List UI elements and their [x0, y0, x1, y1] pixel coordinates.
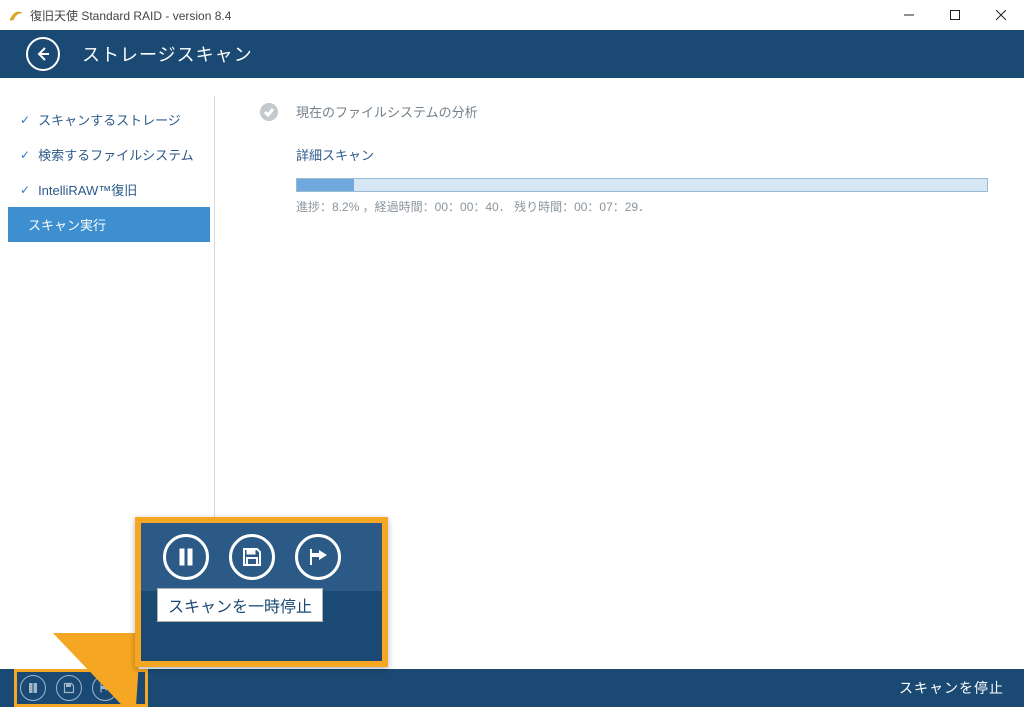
stop-scan-button[interactable]: スキャンを停止	[899, 678, 1004, 698]
sidebar-item-label: スキャンするストレージ	[38, 110, 181, 129]
maximize-button[interactable]	[932, 0, 978, 30]
sidebar-item-label: 検索するファイルシステム	[38, 145, 194, 164]
pause-button-zoom[interactable]	[163, 534, 209, 580]
progress-text: 進捗：8.2% ，経過時間：00：00：40． 残り時間：00：07：29．	[296, 198, 988, 215]
sidebar-item-storage[interactable]: ✓ スキャンするストレージ	[0, 102, 210, 137]
save-button-zoom[interactable]	[229, 534, 275, 580]
check-icon: ✓	[20, 183, 30, 197]
page-title: ストレージスキャン	[82, 41, 253, 67]
progress-area: 進捗：8.2% ，経過時間：00：00：40． 残り時間：00：07：29．	[296, 178, 988, 215]
sidebar-item-label: IntelliRAW™復旧	[38, 180, 137, 199]
pause-button[interactable]	[20, 675, 46, 701]
sidebar-item-scan-run[interactable]: スキャン実行	[8, 207, 210, 242]
step-complete-icon	[260, 103, 278, 121]
window-title: 復旧天使 Standard RAID - version 8.4	[30, 7, 231, 24]
check-icon: ✓	[20, 148, 30, 162]
completed-step-row: 現在のファイルシステムの分析	[260, 102, 988, 121]
main-area: ✓ スキャンするストレージ ✓ 検索するファイルシステム ✓ IntelliRA…	[0, 78, 1024, 669]
window-controls	[886, 0, 1024, 30]
app-icon	[8, 7, 24, 23]
sidebar-item-label: スキャン実行	[28, 215, 106, 234]
progress-bar	[296, 178, 988, 192]
close-button[interactable]	[978, 0, 1024, 30]
callout-panel: スキャンを一時停止	[135, 517, 388, 667]
page-header: ストレージスキャン	[0, 30, 1024, 78]
progress-fill	[297, 179, 354, 191]
back-button[interactable]	[26, 37, 60, 71]
current-section-label: 詳細スキャン	[296, 145, 988, 164]
window-titlebar: 復旧天使 Standard RAID - version 8.4	[0, 0, 1024, 30]
skip-button-zoom[interactable]	[295, 534, 341, 580]
pause-tooltip: スキャンを一時停止	[157, 588, 323, 622]
callout-icon-row	[141, 523, 382, 591]
sidebar-item-intelliraw[interactable]: ✓ IntelliRAW™復旧	[0, 172, 210, 207]
completed-step-label: 現在のファイルシステムの分析	[296, 102, 478, 121]
minimize-button[interactable]	[886, 0, 932, 30]
check-icon: ✓	[20, 113, 30, 127]
sidebar-item-filesystem[interactable]: ✓ 検索するファイルシステム	[0, 137, 210, 172]
